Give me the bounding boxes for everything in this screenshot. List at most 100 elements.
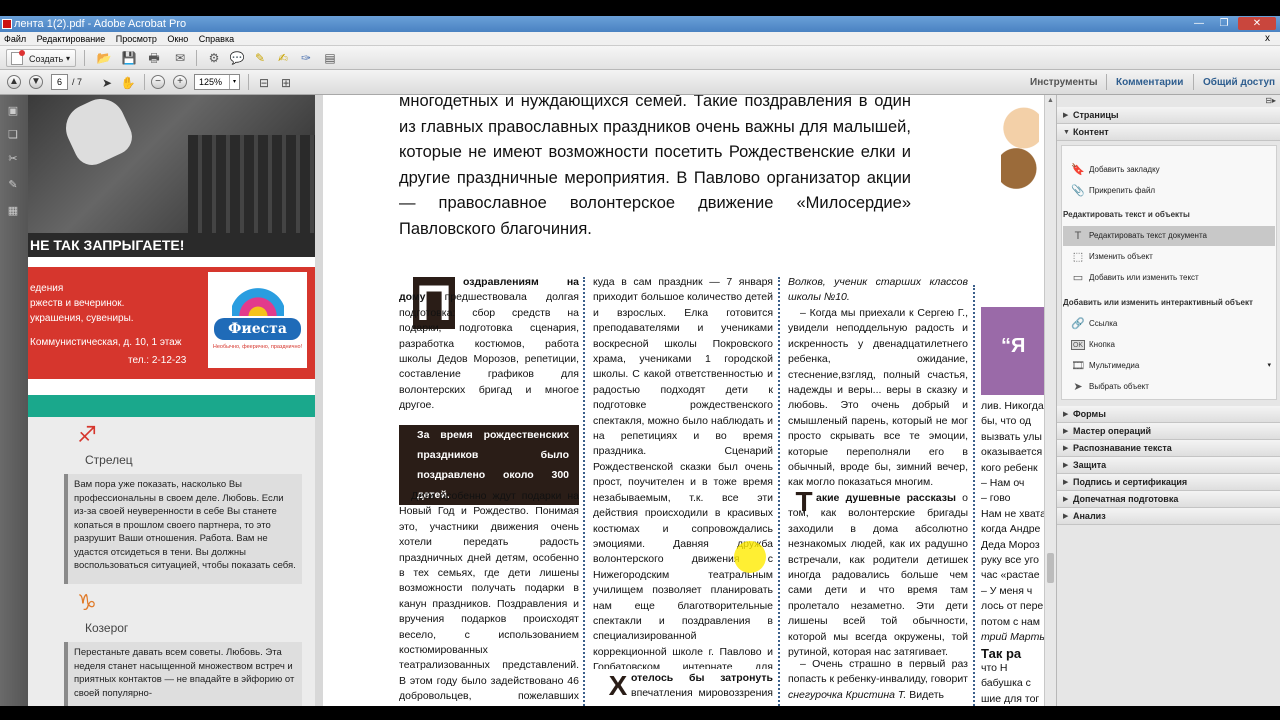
bookmark-icon[interactable]: ❏ <box>6 127 20 143</box>
lead-paragraph: многодетных и нуждающихся семей. Такие п… <box>399 95 911 238</box>
panel-options-icon[interactable]: ⊟▸ <box>1265 96 1276 105</box>
section-label: Допечатная подготовка <box>1073 494 1179 504</box>
page-toolbar: ▲ ▼ 6 / 7 ➤ ✋ − + 125% ▾ ⊟ ⊞ Инструменты… <box>0 70 1280 95</box>
col3-bold-lead: акие душевные рассказы <box>816 492 956 504</box>
signature-icon[interactable]: ✎ <box>6 177 20 193</box>
item-label: Добавить закладку <box>1089 165 1160 174</box>
section-text-recognition[interactable]: ▶ Распознавание текста <box>1057 440 1280 457</box>
arrow-cursor-icon: ➤ <box>1073 381 1083 393</box>
vertical-scrollbar[interactable]: ▲ <box>1044 95 1056 706</box>
ad-address: Коммунистическая, д. 10, 1 этаж <box>30 337 182 348</box>
comments-link[interactable]: Комментарии <box>1116 74 1183 92</box>
tools-link[interactable]: Инструменты <box>1030 74 1098 92</box>
col4-line: час «растае <box>981 569 1040 582</box>
highlight-icon[interactable]: ✎ <box>252 50 268 66</box>
next-page-icon[interactable]: ▼ <box>29 75 43 89</box>
create-label: Создать <box>29 54 64 64</box>
toolbar-separator <box>196 50 197 66</box>
menu-file[interactable]: Файл <box>0 34 30 44</box>
col3-paragraph-2: акие душевные рассказы о том, как волонт… <box>788 491 968 660</box>
stamp-icon[interactable]: ✍ <box>275 50 291 66</box>
section-sign-certify[interactable]: ▶ Подпись и сертификация <box>1057 474 1280 491</box>
page-thumbnails-icon[interactable]: ▣ <box>6 103 20 119</box>
section-pages[interactable]: ▶ Страницы <box>1057 107 1280 124</box>
sign-icon[interactable]: ✑ <box>298 50 314 66</box>
print-icon[interactable]: 🖶 <box>146 50 162 66</box>
left-page: НЕ ТАК ЗАПРЫГАЕТЕ! едения ржеств и вечер… <box>28 95 315 706</box>
bookmark-icon: 🔖 <box>1071 164 1085 176</box>
section-action-wizard[interactable]: ▶ Мастер операций <box>1057 423 1280 440</box>
next-page-edge: “Я лив. Никогда бы, что од вызвать улы оказ… <box>981 95 1044 706</box>
col4-line: Так ра <box>981 645 1022 661</box>
item-label: Добавить или изменить текст <box>1089 273 1199 282</box>
col1-paragraph-1: оздравлениям на дому предшествовала долг… <box>399 275 579 414</box>
close-window-button[interactable]: ✕ <box>1238 17 1276 30</box>
col4-line: что Н <box>981 661 1008 674</box>
col1-text: предшествовала долгая подготовка: сбор с… <box>399 291 579 412</box>
multimedia-item[interactable]: 🎞 Мультимедиа ▾ <box>1063 356 1275 376</box>
section-content[interactable]: ▼ Контент <box>1057 124 1280 141</box>
col3-intro: Волков, ученик старших классов школы №10… <box>788 276 968 304</box>
attach-file-item[interactable]: 📎 Прикрепить файл <box>1063 181 1275 201</box>
hand-tool-icon[interactable]: ✋ <box>120 75 136 91</box>
triangle-right-icon: ▶ <box>1063 411 1069 418</box>
layers-icon[interactable]: ▦ <box>6 203 20 219</box>
col3-italic-name: снегурочка Кристина Т. <box>788 688 907 701</box>
comment-bubble-icon[interactable]: 💬 <box>229 50 245 66</box>
edit-object-item[interactable]: ⬚ Изменить объект <box>1063 247 1275 267</box>
open-folder-icon[interactable]: 📂 <box>96 50 112 66</box>
interactive-objects-heading: Добавить или изменить интерактивный объе… <box>1063 298 1253 307</box>
close-document-button[interactable]: x <box>1261 32 1274 46</box>
capricorn-icon: ♑ <box>77 590 97 615</box>
create-pdf-icon <box>11 50 25 65</box>
toolbar-separator <box>144 74 145 90</box>
menu-window[interactable]: Окно <box>163 34 192 44</box>
star-burst-icon <box>232 278 284 316</box>
baby-with-teddy-image <box>1001 101 1039 191</box>
col4-clipped-text: лив. Никогда бы, что од вызвать улы оказыва… <box>981 399 1044 706</box>
scroll-up-arrow-icon[interactable]: ▲ <box>1047 97 1054 104</box>
select-arrow-icon[interactable]: ➤ <box>99 75 115 91</box>
fullscreen-icon[interactable]: ⊞ <box>278 75 294 91</box>
col3-text: о том, как волонтерские бригады заходили… <box>788 492 968 659</box>
create-button[interactable]: Создать ▾ <box>6 49 76 67</box>
document-icon[interactable]: ▤ <box>322 50 338 66</box>
navigation-pane: ▣ ❏ ✂ ✎ ▦ <box>0 95 28 706</box>
scroll-thumb[interactable] <box>1047 553 1054 583</box>
zoom-in-icon[interactable]: + <box>173 75 187 89</box>
menu-help[interactable]: Справка <box>195 34 238 44</box>
fit-page-icon[interactable]: ⊟ <box>256 75 272 91</box>
edit-document-text-item[interactable]: T Редактировать текст документа <box>1063 226 1275 246</box>
zoom-out-icon[interactable]: − <box>151 75 165 89</box>
attachment-icon[interactable]: ✂ <box>6 151 20 167</box>
share-link[interactable]: Общий доступ <box>1203 74 1275 92</box>
purple-quote-box: “Я <box>981 307 1044 395</box>
menu-edit[interactable]: Редактирование <box>33 34 110 44</box>
add-bookmark-item[interactable]: 🔖 Добавить закладку <box>1063 160 1275 180</box>
email-icon[interactable]: ✉ <box>172 50 188 66</box>
maximize-button[interactable]: ❐ <box>1213 17 1235 30</box>
section-analysis[interactable]: ▶ Анализ <box>1057 508 1280 525</box>
menu-view[interactable]: Просмотр <box>112 34 161 44</box>
col2-paragraph-1: куда в сам праздник — 7 января приходит … <box>593 276 773 669</box>
col4-line: оказывается <box>981 446 1043 459</box>
button-item[interactable]: OK Кнопка <box>1063 335 1275 355</box>
document-view[interactable]: НЕ ТАК ЗАПРЫГАЕТЕ! едения ржеств и вечер… <box>28 95 1044 706</box>
gear-icon[interactable]: ⚙ <box>206 50 222 66</box>
section-forms[interactable]: ▶ Формы <box>1057 406 1280 423</box>
minimize-button[interactable]: — <box>1188 17 1210 30</box>
add-edit-text-item[interactable]: ▭ Добавить или изменить текст <box>1063 268 1275 288</box>
section-protection[interactable]: ▶ Защита <box>1057 457 1280 474</box>
page-number-input[interactable]: 6 <box>51 74 68 90</box>
acrobat-window: лента 1(2).pdf - Adobe Acrobat Pro — ❐ ✕… <box>0 16 1280 706</box>
col3-text: Видеть <box>909 688 944 701</box>
ad-phone: тел.: 2-12-23 <box>128 355 187 366</box>
zoom-level-select[interactable]: 125% ▾ <box>194 74 240 90</box>
section-print-production[interactable]: ▶ Допечатная подготовка <box>1057 491 1280 508</box>
menu-bar: Файл Редактирование Просмотр Окно Справк… <box>0 32 1280 46</box>
previous-page-icon[interactable]: ▲ <box>7 75 21 89</box>
select-object-item[interactable]: ➤ Выбрать объект <box>1063 377 1275 397</box>
section-label: Мастер операций <box>1073 426 1152 436</box>
save-icon[interactable]: 💾 <box>121 50 137 66</box>
link-item[interactable]: 🔗 Ссылка <box>1063 314 1275 334</box>
